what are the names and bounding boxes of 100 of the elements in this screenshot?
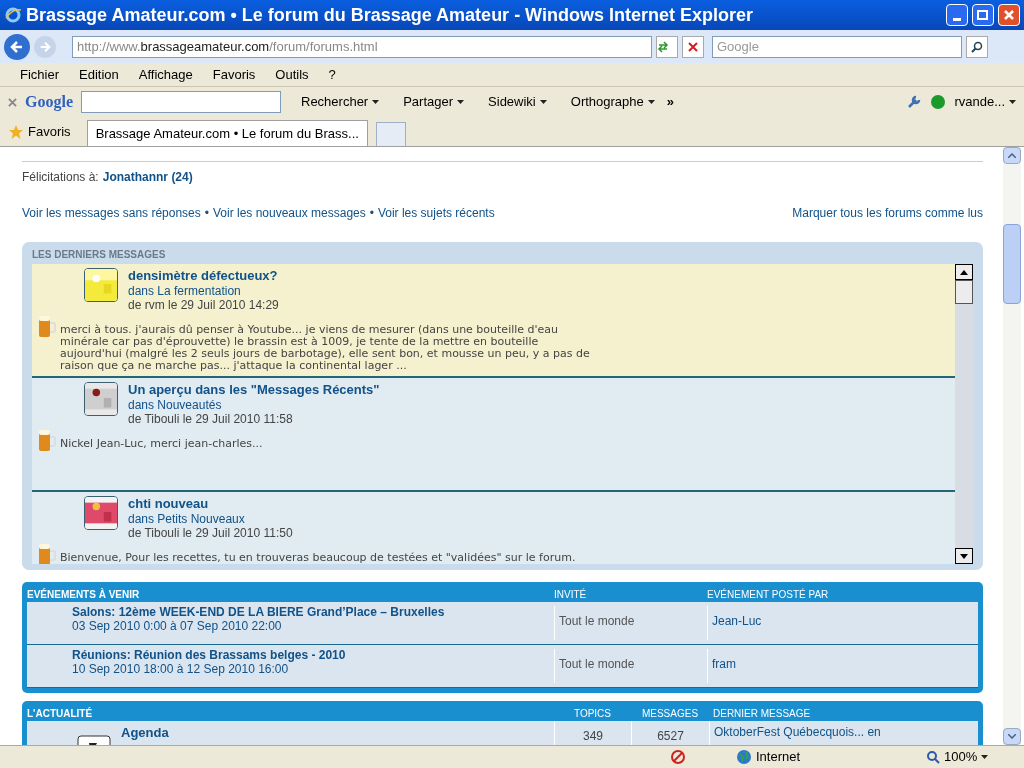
forum-title[interactable]: Agenda (121, 723, 169, 745)
panel-scrollbar[interactable] (955, 264, 973, 564)
menu-item[interactable]: ? (328, 64, 336, 85)
message-meta: de Tibouli le 29 Juil 2010 11:58 (128, 412, 294, 426)
toolbar-button[interactable]: Sidewiki (484, 92, 551, 112)
minimize-icon (953, 17, 961, 21)
close-icon (1003, 9, 1015, 21)
toolbar-button[interactable]: Orthographe (566, 92, 659, 112)
message-meta: de rvm le 29 Juil 2010 14:29 (128, 298, 279, 312)
down-triangle-icon (960, 553, 968, 559)
event-dates: 10 Sep 2010 18:00 à 12 Sep 2010 16:00 (72, 662, 290, 676)
forum-link[interactable]: Voir les sujets récents (377, 204, 495, 222)
security-zone: Internet (756, 748, 802, 767)
event-title[interactable]: Salons: 12ème WEEK-END DE LA BIERE Grand’Place – Bruxelles (72, 605, 554, 619)
up-chevron-icon (1008, 153, 1016, 158)
refresh-icon (657, 40, 669, 53)
caret-icon (539, 100, 547, 104)
beer-mug-icon (38, 428, 56, 452)
star-icon (8, 124, 24, 140)
message-excerpt: Bienvenue, Pour les recettes, tu en trouveras beaucoup de testées et "validées" sur le forum. (60, 552, 577, 564)
message-title[interactable]: densimètre défectueux? (128, 268, 279, 284)
magnifier-icon (926, 750, 940, 764)
menu-item[interactable]: Fichier (20, 64, 59, 85)
caret-icon (1009, 100, 1016, 104)
maximize-icon (977, 9, 989, 21)
back-button[interactable] (4, 33, 30, 60)
table-cell: 349 (554, 721, 631, 745)
favorites-button[interactable]: Favoris (8, 118, 79, 146)
close-button[interactable] (998, 4, 1020, 26)
column-header: INVITÉ (554, 587, 588, 602)
menu-item[interactable]: Edition (79, 64, 119, 85)
message-forum: dans La fermentation (128, 284, 242, 298)
zoom-button[interactable]: 100% (944, 747, 1024, 767)
poster-link[interactable]: fram (707, 649, 978, 683)
maximize-button[interactable] (972, 4, 994, 26)
table-cell: Tout le monde (554, 649, 707, 683)
close-icon (688, 41, 698, 52)
table-cell: 6527 (631, 721, 709, 745)
column-header: EVÉNEMENTS À VENIR (27, 587, 141, 602)
scroll-thumb[interactable] (955, 280, 973, 304)
beer-mug-icon (38, 314, 56, 338)
birthday-label: Félicitations à: (22, 169, 99, 186)
table-cell: Tout le monde (554, 606, 707, 640)
column-header: TOPICS (572, 707, 612, 721)
search-icon (971, 40, 983, 53)
column-header: MESSAGES (640, 707, 700, 721)
address-field[interactable]: http://www.brassageamateur.com/forum/forums.html (72, 35, 652, 58)
status-dot-icon (930, 94, 947, 110)
bullet-separator: • (204, 205, 209, 222)
minimize-button[interactable] (946, 4, 968, 26)
forum-link[interactable]: Voir les nouveaux messages (212, 204, 366, 222)
event-title[interactable]: Réunions: Réunion des Brassams belges - 2010 (72, 648, 554, 662)
close-icon[interactable] (8, 97, 17, 107)
menu-item[interactable]: Favoris (212, 64, 256, 85)
message-meta: de Tibouli le 29 Juil 2010 11:50 (128, 526, 293, 540)
message-excerpt: merci à tous. j'aurais dû penser à Youtube... je viens de mesurer (dans une bouteille d'eau minérale car pas d'éprouvette) le brassin est à 1009, je tente de la mettre en bouteille aujourd'hui (malgré les 2 seuls jours de barbotage), elle sent bon, et mousse un peu, y a pas de raison que ça ne marche pas... j'attaque la continental lager ... (60, 324, 590, 372)
toolbar-search-field[interactable] (81, 91, 281, 113)
page-scrollbar[interactable] (1003, 147, 1021, 745)
back-arrow-icon (10, 39, 24, 54)
message-title[interactable]: chti nouveau (128, 496, 293, 512)
panel-title: LES DERNIERS MESSAGES (32, 248, 167, 262)
google-logo: Google (25, 92, 73, 113)
browser-icon (4, 6, 22, 24)
bullet-separator: • (369, 205, 374, 222)
scroll-up-button[interactable] (955, 264, 973, 280)
caret-icon (457, 100, 465, 104)
message-excerpt: Nickel Jean-Luc, merci jean-charles... (60, 438, 264, 450)
poster-link[interactable]: Jean-Luc (707, 606, 978, 640)
down-chevron-icon (1008, 734, 1016, 739)
account-button[interactable]: rvande... (954, 92, 1016, 112)
window-title: Brassage Amateur.com • Le forum du Brassage Amateur - Windows Internet Explorer (26, 3, 754, 27)
column-header: L'ACTUALITÉ (27, 706, 94, 721)
column-header: EVÉNEMENT POSTÉ PAR (707, 587, 830, 602)
caret-icon (647, 100, 655, 104)
search-field[interactable]: Google (712, 35, 962, 58)
beer-mug-icon (38, 542, 56, 564)
up-triangle-icon (960, 269, 968, 275)
user-link[interactable]: Jonathannr (24) (102, 168, 193, 186)
more-chevron[interactable]: » (666, 92, 674, 112)
browser-tab[interactable]: Brassage Amateur.com • Le forum du Brass... (86, 120, 368, 146)
scroll-down-button[interactable] (955, 548, 973, 564)
scroll-thumb[interactable] (1003, 224, 1021, 304)
wrench-icon[interactable] (906, 94, 923, 110)
stop-button[interactable] (682, 35, 704, 58)
search-button[interactable] (966, 35, 988, 58)
toolbar-button[interactable]: Partager (399, 92, 469, 112)
forum-link[interactable]: Voir les messages sans réponses (22, 204, 201, 222)
menu-item[interactable]: Affichage (138, 64, 193, 85)
message-forum: dans Nouveautés (128, 398, 223, 412)
menu-item[interactable]: Outils (275, 64, 309, 85)
toolbar-button[interactable]: Rechercher (297, 92, 384, 112)
message-forum: dans Petits Nouveaux (128, 512, 246, 526)
globe-icon (736, 749, 752, 765)
column-header: DERNIER MESSAGE (712, 707, 812, 721)
mark-read-link[interactable]: Marquer tous les forums comme lus (792, 204, 983, 222)
refresh-button[interactable] (656, 35, 678, 58)
message-title[interactable]: Un aperçu dans les "Messages Récents" (128, 382, 380, 398)
forward-arrow-icon (39, 40, 51, 53)
caret-icon (372, 100, 380, 104)
event-dates: 03 Sep 2010 0:00 à 07 Sep 2010 22:00 (72, 619, 283, 633)
